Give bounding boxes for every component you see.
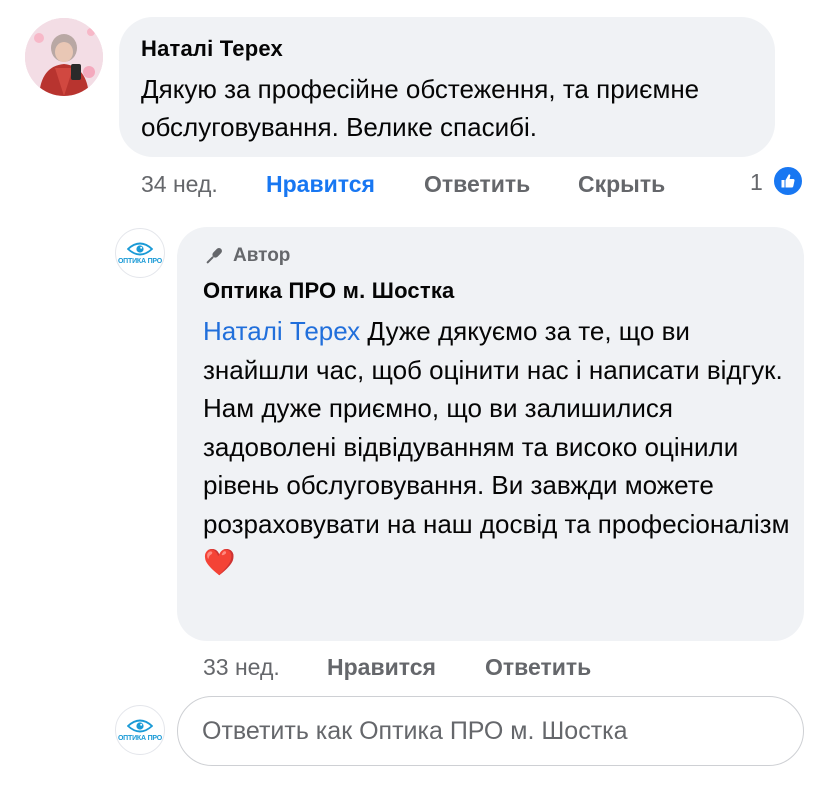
user-photo [25,18,103,96]
author-badge: Автор [203,245,290,267]
reply-author[interactable]: Оптика ПРО м. Шостка [203,278,455,304]
user-avatar[interactable] [25,18,103,96]
eye-icon [127,719,153,733]
reply-like-button[interactable]: Нравится [327,654,436,681]
logo-text: ОПТИКА ПРО [117,735,163,742]
comment-hide-button[interactable]: Скрыть [578,171,665,198]
compose-avatar: ОПТИКА ПРО [115,705,165,755]
like-reaction-icon[interactable] [772,165,804,197]
microphone-icon [206,248,222,264]
thumbs-up-icon [781,174,795,188]
mention-link[interactable]: Наталі Терех [203,316,360,346]
heart-emoji: ❤️ [203,547,236,577]
comment-like-button[interactable]: Нравится [266,171,375,198]
reply-reply-button[interactable]: Ответить [485,654,591,681]
reply-text-block: Наталі Терех Дуже дякуємо за те, що ви з… [203,312,793,582]
page-avatar[interactable]: ОПТИКА ПРО [115,228,165,278]
reply-input[interactable] [177,696,804,766]
like-count[interactable]: 1 [750,169,763,196]
reply-time[interactable]: 33 нед. [203,654,280,681]
logo-text: ОПТИКА ПРО [117,258,163,265]
comment-reply-button[interactable]: Ответить [424,171,530,198]
comment-time[interactable]: 34 нед. [141,171,218,198]
eye-icon [127,242,153,256]
comment-text: Дякую за професійне обстеження, та приєм… [141,74,700,142]
reply-text: Дуже дякуємо за те, що ви знайшли час, щ… [203,316,790,539]
comment-author[interactable]: Наталі Терех [141,36,283,62]
author-badge-label: Автор [233,245,291,266]
